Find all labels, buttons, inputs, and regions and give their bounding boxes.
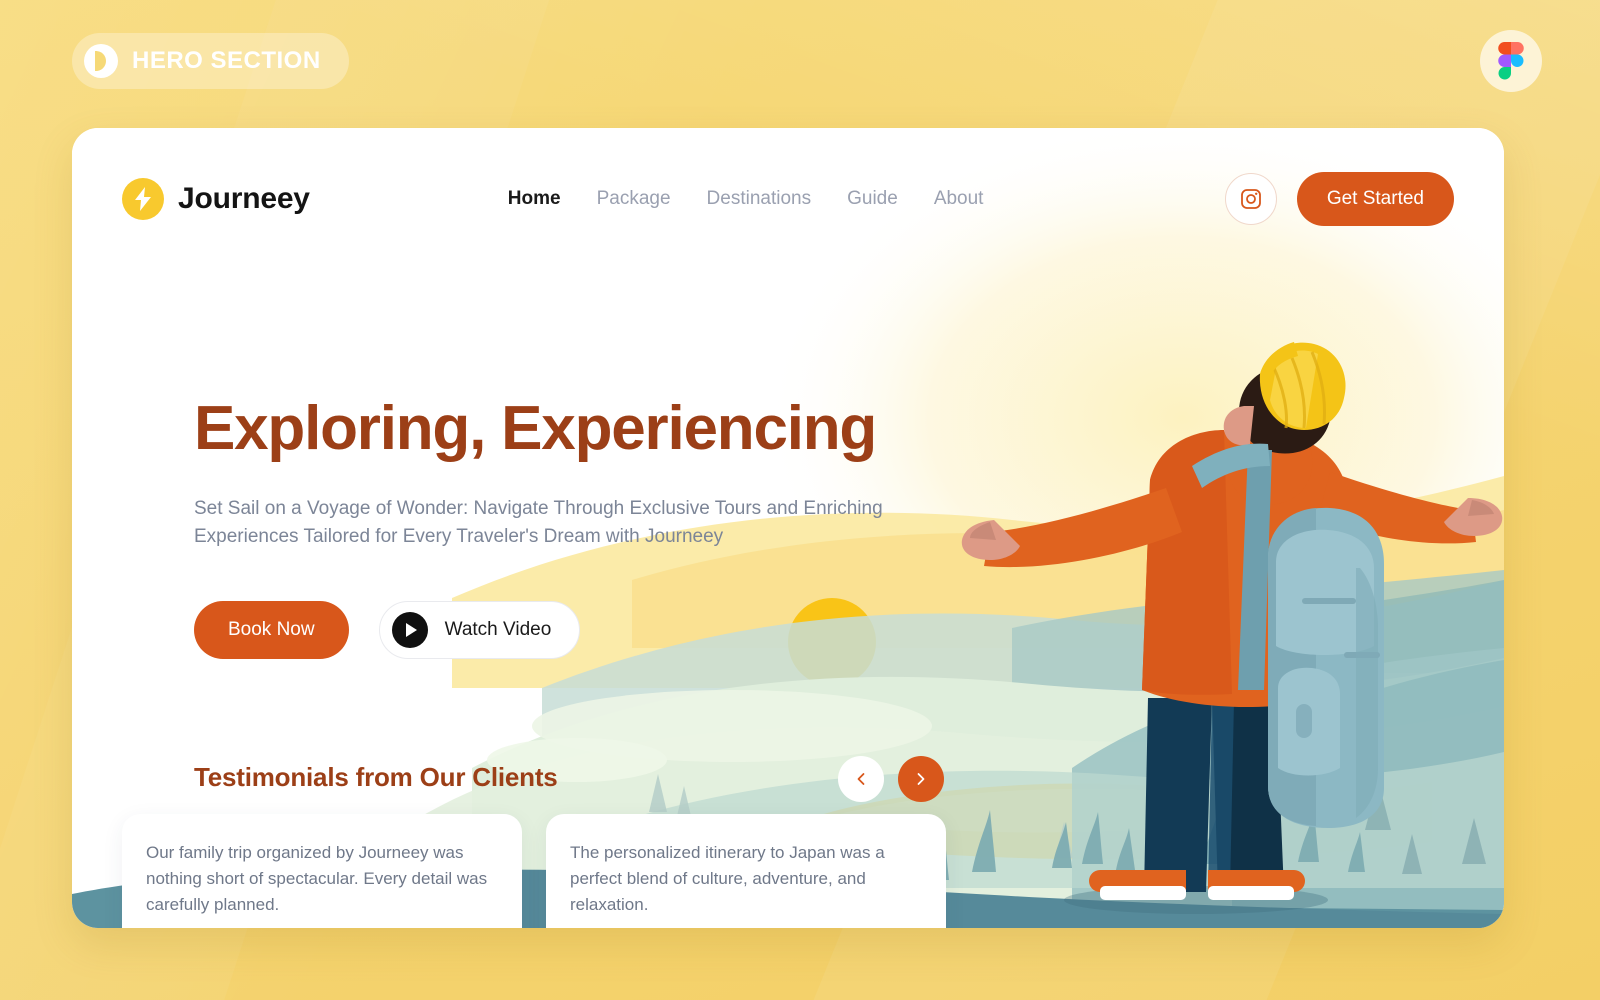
nav-link-guide[interactable]: Guide (847, 188, 898, 210)
nav-link-destinations[interactable]: Destinations (707, 188, 812, 210)
brand-logo[interactable]: Journeey (122, 178, 310, 220)
testimonial-card: Our family trip organized by Journeey wa… (122, 814, 522, 928)
nav-link-home[interactable]: Home (508, 188, 561, 210)
hero-section-badge: HERO SECTION (72, 33, 349, 89)
page-title: Exploring, Experiencing (194, 394, 877, 463)
hero-subheading: Set Sail on a Voyage of Wonder: Navigate… (194, 498, 883, 548)
instagram-icon[interactable] (1224, 173, 1277, 225)
testimonials-carousel-controls (838, 756, 944, 802)
chevron-left-icon[interactable] (838, 756, 884, 802)
nav-link-about[interactable]: About (934, 188, 984, 210)
hero-card: Journeey Home Package Destinations Guide… (72, 128, 1504, 928)
testimonials-list: Our family trip organized by Journeey wa… (122, 814, 946, 928)
lightning-bolt-icon (122, 178, 164, 220)
book-now-button[interactable]: Book Now (194, 601, 349, 660)
journeey-mark-icon (84, 44, 118, 78)
nav-link-package[interactable]: Package (597, 188, 671, 210)
testimonial-quote: Our family trip organized by Journeey wa… (146, 843, 488, 914)
testimonial-footer: Angela Franz Colorado (CO) (570, 917, 922, 928)
brand-name: Journeey (178, 182, 310, 215)
navbar: Journeey Home Package Destinations Guide… (72, 172, 1504, 226)
play-icon (391, 612, 428, 649)
chevron-right-icon[interactable] (898, 756, 944, 802)
watch-video-button[interactable]: Watch Video (378, 601, 581, 660)
nav-links: Home Package Destinations Guide About (508, 188, 984, 210)
navbar-actions: Get Started (1224, 172, 1454, 226)
hero-cta-row: Book Now Watch Video (194, 601, 954, 660)
figma-logo-icon (1480, 30, 1542, 92)
hero-copy: Exploring, Experiencing Set Sail on a Vo… (194, 394, 954, 660)
testimonial-footer: Oscar Family Delaware (DE) (146, 917, 498, 928)
get-started-button[interactable]: Get Started (1296, 172, 1454, 226)
testimonial-quote: The personalized itinerary to Japan was … (570, 843, 885, 914)
testimonials-title: Testimonials from Our Clients (194, 762, 558, 792)
testimonial-card: The personalized itinerary to Japan was … (546, 814, 946, 928)
watch-video-label: Watch Video (444, 619, 552, 641)
hero-section-badge-label: HERO SECTION (132, 47, 321, 74)
